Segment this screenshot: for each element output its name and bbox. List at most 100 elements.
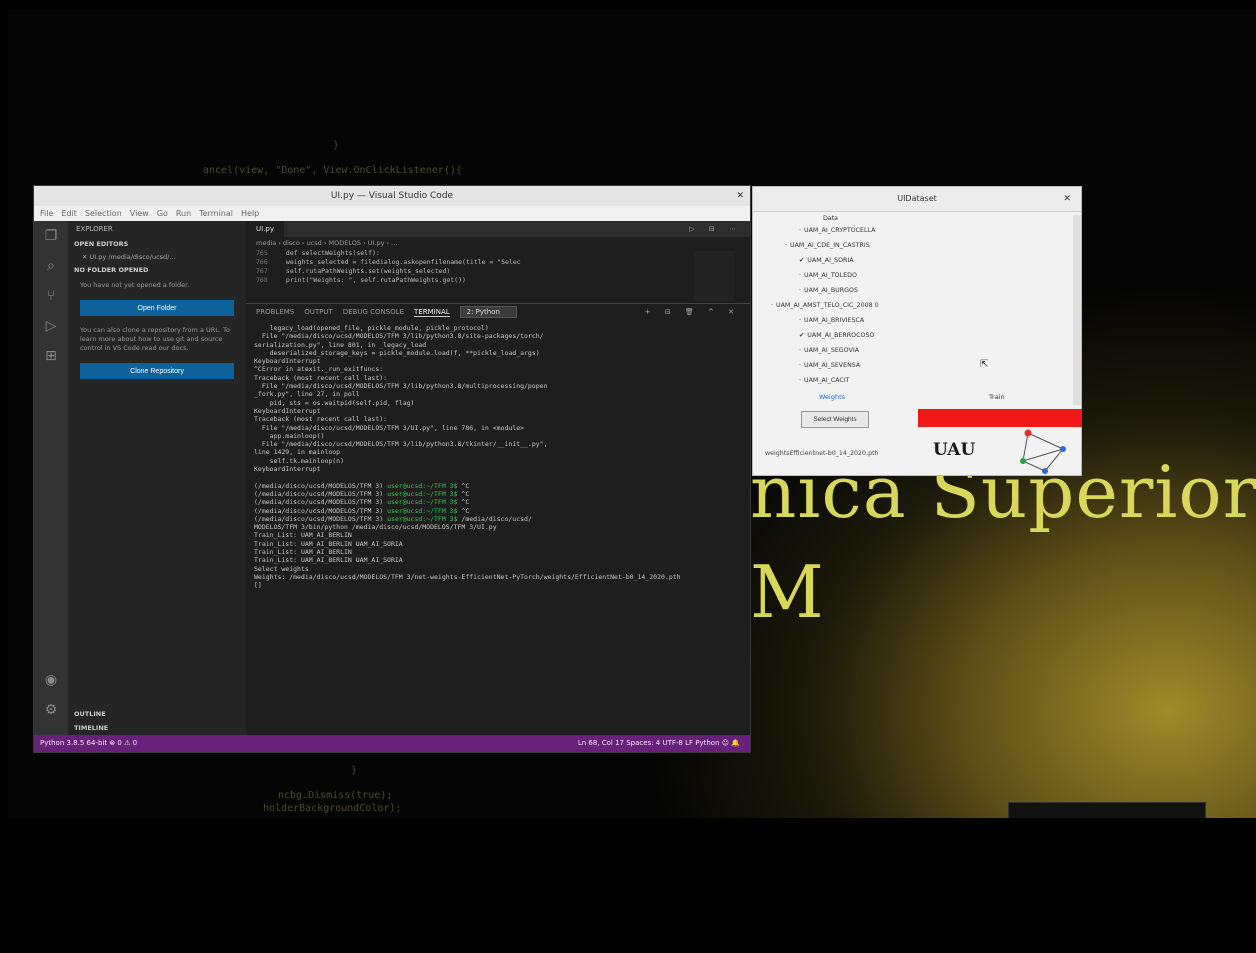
timeline-header[interactable]: TIMELINE xyxy=(68,721,246,735)
terminal-line: KeyboardInterrupt xyxy=(254,406,321,415)
close-icon[interactable]: ✕ xyxy=(1063,187,1071,211)
checkmark-icon[interactable]: ✔ xyxy=(799,257,804,264)
extensions-icon[interactable]: ⊞ xyxy=(34,341,68,371)
unchecked-icon[interactable]: · xyxy=(799,227,801,234)
network-graph-icon xyxy=(1020,429,1066,474)
terminal-line: Train_List: UAM_AI_BERLIN xyxy=(254,531,352,540)
checkmark-icon[interactable]: ✔ xyxy=(799,332,804,339)
prompt-command: /media/disco/ucsd/ xyxy=(457,514,532,523)
code-line: 766 weights_selected = filedialog.askope… xyxy=(256,258,750,267)
unchecked-icon[interactable]: · xyxy=(799,287,801,294)
clone-repository-button[interactable]: Clone Repository xyxy=(80,363,234,379)
dataset-tree-item[interactable]: · UAM_AI_CACIT xyxy=(799,377,850,384)
dataset-label: UAM_AI_AMST_TELO_CIC_2008 0 xyxy=(776,302,879,309)
tree-root[interactable]: Data xyxy=(823,215,838,222)
outline-header[interactable]: OUTLINE xyxy=(68,707,246,721)
dataset-tree-item[interactable]: · UAM_AI_SEGOVIA xyxy=(799,347,859,354)
weights-file-path: weightsEfficientnet-b0_14_2020.pth xyxy=(765,450,879,457)
terminal-line: File "/media/disco/ucsd/MODELOS/TFM 3/UI… xyxy=(254,423,525,432)
select-weights-button[interactable]: Select Weights xyxy=(801,411,869,428)
line-number: 765 xyxy=(256,249,268,257)
menu-selection[interactable]: Selection xyxy=(85,206,122,221)
panel-actions-icon[interactable]: + ⊟ 🗑 ^ ✕ xyxy=(645,308,750,316)
dataset-label: UAM_AI_TOLEDO xyxy=(804,272,857,279)
dataset-tree-item[interactable]: · UAM_AI_BURGOS xyxy=(799,287,858,294)
terminal-line: [] xyxy=(254,581,262,590)
menu-view[interactable]: View xyxy=(130,206,149,221)
code-line: 768 print("Weights: ", self.rutaPathWeig… xyxy=(256,276,750,285)
dialog-scrollbar[interactable] xyxy=(1073,215,1081,405)
dataset-tree-item[interactable]: · UAM_AI_SEVENSA xyxy=(799,362,860,369)
menu-terminal[interactable]: Terminal xyxy=(199,206,233,221)
dialog-titlebar[interactable]: UIDataset ✕ xyxy=(753,187,1081,212)
menu-edit[interactable]: Edit xyxy=(61,206,77,221)
dataset-label: UAM_AI_BRIVIESCA xyxy=(804,317,865,324)
terminal-line: KeyboardInterrupt xyxy=(254,465,321,474)
menu-file[interactable]: File xyxy=(40,206,53,221)
breadcrumb[interactable]: media › disco › ucsd › MODELOS › UI.py ›… xyxy=(246,237,750,249)
explorer-title: EXPLORER xyxy=(76,225,113,233)
unchecked-icon[interactable]: · xyxy=(799,377,801,384)
terminal-line: Traceback (most recent call last): xyxy=(254,373,388,382)
prompt-command: ^C xyxy=(457,506,470,515)
dataset-tree-item[interactable]: · UAM_AI_TOLEDO xyxy=(799,272,857,279)
terminal-line: File "/media/disco/ucsd/MODELOS/TFM 3/li… xyxy=(254,440,548,449)
terminal-prompt-line: (/media/disco/ucsd/MODELOS/TFM 3) user@u… xyxy=(254,498,742,506)
dataset-tree-item[interactable]: · UAM_AI_AMST_TELO_CIC_2008 0 xyxy=(771,302,879,309)
menu-run[interactable]: Run xyxy=(176,206,191,221)
run-debug-icon[interactable]: ▷ xyxy=(34,311,68,341)
terminal-output[interactable]: legacy_load(opened_file, pickle_module, … xyxy=(246,320,750,723)
dataset-label: UAM_AI_SEGOVIA xyxy=(804,347,859,354)
terminal-line: File "/media/disco/ucsd/MODELOS/TFM 3/li… xyxy=(254,332,544,341)
menu-go[interactable]: Go xyxy=(157,206,168,221)
terminal-line: Traceback (most recent call last): xyxy=(254,415,388,424)
train-label[interactable]: Train xyxy=(989,393,1005,401)
mouse-pointer-icon: ⇱ xyxy=(980,359,989,370)
dataset-tree-item[interactable]: · UAM_AI_CRYPTOCELLA xyxy=(799,227,876,234)
status-bar: Python 3.8.5 64-bit ⊗ 0 ⚠ 0 Ln 68, Col 1… xyxy=(34,735,750,752)
tab-terminal[interactable]: TERMINAL xyxy=(414,308,450,317)
files-icon[interactable]: ❐ xyxy=(34,221,68,251)
open-editors-header[interactable]: OPEN EDITORS xyxy=(68,237,246,251)
code-line: 765 def selectWeights(self): xyxy=(256,249,750,258)
open-folder-button[interactable]: Open Folder xyxy=(80,300,234,316)
unchecked-icon[interactable]: · xyxy=(799,347,801,354)
tab-output[interactable]: OUTPUT xyxy=(304,308,333,316)
terminal-line: ^CError in atexit._run_exitfuncs: xyxy=(254,365,384,374)
unchecked-icon[interactable]: · xyxy=(771,302,773,309)
dataset-tree-item[interactable]: ✔ UAM_AI_SORIA xyxy=(799,257,854,264)
status-left[interactable]: Python 3.8.5 64-bit ⊗ 0 ⚠ 0 xyxy=(34,735,137,752)
unchecked-icon[interactable]: · xyxy=(799,317,801,324)
dataset-tree-item[interactable]: ✔ UAM_AI_BERROCOSO xyxy=(799,332,874,339)
tab-debug-console[interactable]: DEBUG CONSOLE xyxy=(343,308,404,316)
search-icon[interactable]: ⌕ xyxy=(34,251,68,281)
vscode-window: UI.py — Visual Studio Code ✕ File Edit S… xyxy=(33,185,751,753)
tab-problems[interactable]: PROBLEMS xyxy=(256,308,294,316)
source-control-icon[interactable]: ⑂ xyxy=(34,281,68,311)
open-editor-item[interactable]: ✕ UI.py /media/disco/ucsd/... xyxy=(68,251,246,263)
terminal-line: File "/media/disco/ucsd/MODELOS/TFM 3/li… xyxy=(254,382,548,391)
unchecked-icon[interactable]: · xyxy=(799,272,801,279)
sidebar-bottom-sections: OUTLINE TIMELINE xyxy=(68,707,246,735)
panel-tabs: PROBLEMS OUTPUT DEBUG CONSOLE TERMINAL 2… xyxy=(246,303,750,320)
code-view[interactable]: 765 def selectWeights(self): 766 weights… xyxy=(246,249,750,303)
terminal-line: Weights: /media/disco/ucsd/MODELOS/TFM 3… xyxy=(254,572,681,581)
terminal-select[interactable]: 2: Python xyxy=(459,306,517,318)
dataset-tree-item[interactable]: · UAM_AI_CDE_IN_CASTRIS xyxy=(785,242,870,249)
account-icon[interactable]: ◉ xyxy=(34,665,68,695)
unchecked-icon[interactable]: · xyxy=(799,362,801,369)
dataset-tree-item[interactable]: · UAM_AI_BRIVIESCA xyxy=(799,317,864,324)
close-icon[interactable]: ✕ xyxy=(736,186,744,206)
editor-tab[interactable]: UI.py xyxy=(246,221,284,237)
gear-icon[interactable]: ⚙ xyxy=(34,695,68,725)
no-folder-header[interactable]: NO FOLDER OPENED xyxy=(68,263,246,277)
dataset-label: UAM_AI_SORIA xyxy=(807,257,854,264)
weights-label: Weights xyxy=(819,393,846,401)
menu-help[interactable]: Help xyxy=(241,206,259,221)
unchecked-icon[interactable]: · xyxy=(785,242,787,249)
editor-actions-icon[interactable]: ▷ ⊟ ⋯ xyxy=(689,225,750,233)
editor-area: UI.py ▷ ⊟ ⋯ media › disco › ucsd › MODEL… xyxy=(246,221,750,735)
status-right[interactable]: Ln 68, Col 17 Spaces: 4 UTF-8 LF Python … xyxy=(578,735,750,752)
minimap[interactable] xyxy=(694,251,734,301)
vscode-titlebar[interactable]: UI.py — Visual Studio Code ✕ xyxy=(34,186,750,206)
